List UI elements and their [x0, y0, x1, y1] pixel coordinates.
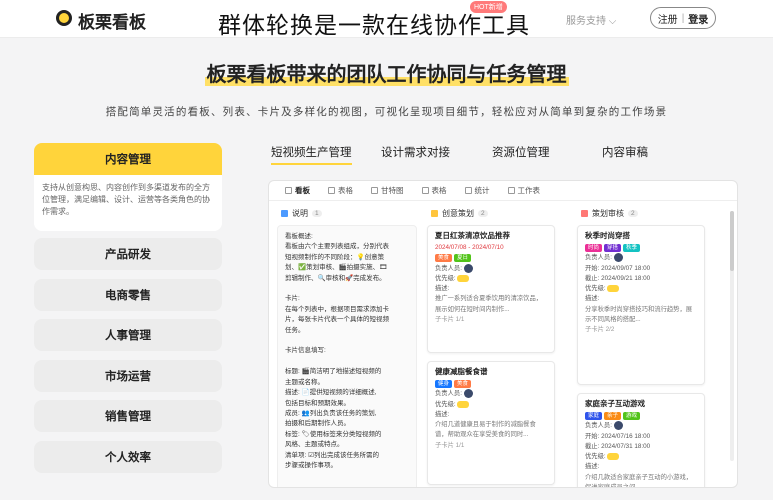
note-line: 包括目标和预期效果。: [285, 399, 350, 407]
chart-icon: [464, 187, 472, 194]
note-line: 步骤或操作事项。: [285, 461, 337, 469]
note-line: 卡片:: [285, 295, 300, 303]
auth-button-group: 注册 | 登录: [650, 7, 716, 29]
hero-subtitle: 搭配简单灵活的看板、列表、卡片及多样化的视图，可视化呈现项目细节，轻松应对从简单…: [105, 106, 668, 118]
view-kanban[interactable]: 看板: [285, 185, 310, 196]
tab-design-request[interactable]: 设计需求对接: [381, 144, 450, 160]
register-link[interactable]: 注册: [658, 11, 678, 26]
note-line: 卡片信息填写:: [285, 347, 326, 355]
login-link[interactable]: 登录: [688, 11, 708, 26]
category-marketing[interactable]: 市场运营: [34, 360, 222, 392]
avatar: [613, 253, 623, 263]
note-line: 成员: 👥列出负责该任务的策划,: [285, 409, 377, 417]
task-card[interactable]: 家庭亲子互动游戏 家庭 亲子 游戏 负责人员: 开始: 2024/07/16 18:…: [577, 393, 705, 487]
hero-title: 板栗看板带来的团队工作协同与任务管理: [204, 64, 569, 86]
category-sales[interactable]: 销售管理: [34, 400, 222, 432]
table-icon: [421, 187, 429, 194]
board-scrollbar[interactable]: [730, 211, 734, 461]
column-flag-icon: [281, 209, 288, 217]
scrollbar-thumb[interactable]: [730, 211, 734, 271]
board-column-notes: 说明 1 看板概述: 看板由六个主要列表组成，分别代表 短视频制作的不同阶段：💡创意…: [277, 205, 417, 487]
view-gantt[interactable]: 甘特图: [371, 185, 404, 196]
note-line: 片，每张卡片代表一个具体的短视频: [285, 316, 389, 324]
note-line: 主题或名称。: [285, 378, 324, 386]
task-card[interactable]: 健康减脂餐食谱 健身 美食 负责人员: 优先级: 描述: 介绍几道健康且易于制作的…: [427, 361, 555, 485]
avatar: [463, 389, 473, 399]
note-line: 看板由六个主要列表组成，分别代表: [285, 243, 389, 251]
task-card[interactable]: 秋季时尚穿搭 时尚 穿搭 秋季 负责人员: 开始: 2024/09/07 18:00…: [577, 225, 705, 385]
note-line: 标签: 🏷使用标签来分类短视频的: [285, 430, 382, 438]
note-line: 看板概述:: [285, 233, 313, 240]
avatar: [613, 421, 623, 431]
category-hr[interactable]: 人事管理: [34, 319, 222, 351]
tab-content-review[interactable]: 内容审稿: [602, 144, 648, 160]
priority-badge: [607, 285, 620, 293]
note-line: [285, 336, 409, 346]
note-line: 标题: 🎬简洁明了地描述短视频的: [285, 368, 382, 376]
note-line: 拍摄和后期制作人员。: [285, 420, 350, 428]
note-line: 清单项: ☑列出完成该任务所需的: [285, 451, 379, 459]
tab-short-video[interactable]: 短视频生产管理: [271, 144, 352, 165]
note-line: 短视频制作的不同阶段：💡创意策: [285, 253, 385, 261]
column-flag-icon: [431, 209, 438, 217]
note-line: [285, 284, 409, 294]
note-card[interactable]: 看板概述: 看板由六个主要列表组成，分别代表 短视频制作的不同阶段：💡创意策 划、✅策…: [277, 225, 417, 487]
overlay-title: 群体轮换是一款在线协作工具: [218, 13, 530, 39]
view-stats[interactable]: 统计: [464, 185, 490, 196]
sheet-icon: [507, 187, 515, 194]
table-icon: [328, 187, 335, 194]
view-table[interactable]: 表格: [328, 185, 353, 196]
category-product-rd[interactable]: 产品研发: [34, 238, 222, 270]
brand-logo-icon[interactable]: [56, 10, 72, 26]
view-table-2[interactable]: 表格: [421, 185, 447, 196]
tab-resource[interactable]: 资源位管理: [492, 144, 550, 160]
note-line: 划、✅策划审核、🎬拍摄实施、🎞: [285, 264, 388, 272]
view-worksheet[interactable]: 工作表: [507, 185, 540, 196]
note-line: [285, 357, 409, 367]
priority-badge: [607, 453, 620, 461]
note-line: 在每个列表中，根据项目需求添加卡: [285, 305, 389, 313]
gantt-icon: [371, 187, 378, 194]
category-content-management[interactable]: 内容管理: [34, 143, 222, 175]
category-personal[interactable]: 个人效率: [34, 441, 222, 473]
support-menu[interactable]: 服务支持 ⌵: [566, 12, 616, 27]
note-line: 描述: 📄提供短视频的详细概述,: [285, 389, 377, 397]
category-description: 支持从创意构思、内容创作到多渠道发布的全方位管理，满足编辑、设计、运营等各类角色…: [34, 175, 222, 231]
auth-divider: |: [681, 12, 685, 24]
avatar: [463, 263, 473, 273]
board-view-toolbar: 看板 表格 甘特图 表格 统计 工作表: [269, 181, 737, 201]
column-header: 创意策划 2: [427, 205, 567, 221]
task-card[interactable]: 夏日红茶清凉饮品推荐 2024/07/08 - 2024/07/10 美食 夏日 …: [427, 225, 555, 353]
column-header: 说明 1: [277, 205, 417, 221]
column-flag-icon: [581, 209, 588, 217]
priority-badge: [457, 400, 470, 408]
board-column-ideation: 创意策划 2 夏日红茶清凉饮品推荐 2024/07/08 - 2024/07/1…: [427, 205, 567, 485]
note-line: 任务。: [285, 326, 305, 334]
category-ecommerce[interactable]: 电商零售: [34, 279, 222, 311]
board-preview: 看板 表格 甘特图 表格 统计 工作表 说明 1 看板概述: 看板由六个主要列表组…: [268, 180, 738, 488]
note-line: 风格、主题或特点。: [285, 441, 344, 449]
priority-badge: [457, 274, 470, 282]
kanban-icon: [285, 187, 292, 194]
brand-name[interactable]: 板栗看板: [78, 8, 146, 33]
board-column-review: 策划审核 2 秋季时尚穿搭 时尚 穿搭 秋季 负责人员: 开始: 2024/09/0…: [577, 205, 717, 487]
column-header: 策划审核 2: [577, 205, 717, 221]
note-line: 剪辑制作、🔍审核和🚀完成发布。: [285, 274, 386, 282]
